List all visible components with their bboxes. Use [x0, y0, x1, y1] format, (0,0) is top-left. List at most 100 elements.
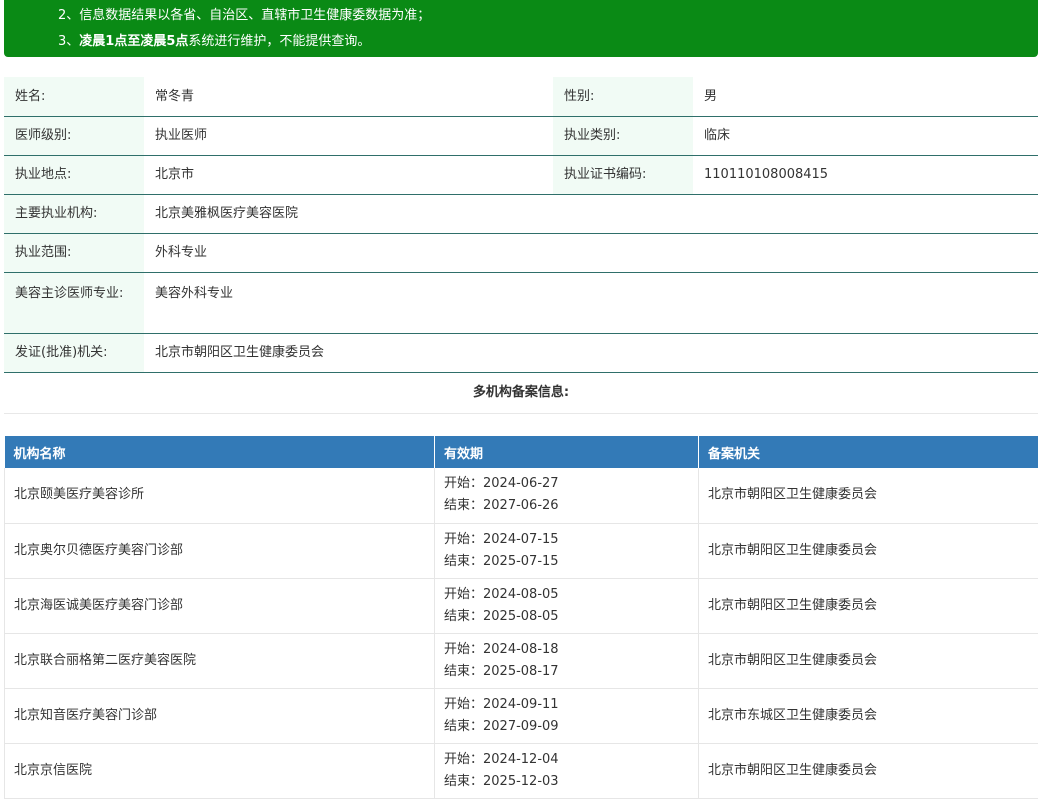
start-prefix: 开始： — [444, 532, 483, 547]
notice-maintenance-time: 凌晨1点至凌晨5点 — [79, 34, 188, 49]
org-name: 北京知音医疗美容门诊部 — [5, 688, 435, 743]
specialty-label: 美容主诊医师专业: — [4, 272, 144, 333]
validity-end: 结束：2027-09-09 — [444, 716, 689, 738]
authority: 北京市朝阳区卫生健康委员会 — [699, 633, 1038, 688]
validity-end: 结束：2025-08-17 — [444, 661, 689, 683]
info-row-issuer: 发证(批准)机关: 北京市朝阳区卫生健康委员会 — [4, 333, 1038, 372]
category-value: 临床 — [693, 116, 1038, 155]
org-name: 北京奥尔贝德医疗美容门诊部 — [5, 523, 435, 578]
org-name: 北京京信医院 — [5, 743, 435, 798]
multi-institution-title: 多机构备案信息: — [4, 372, 1038, 414]
header-authority: 备案机关 — [699, 436, 1038, 468]
validity-start: 开始：2024-07-15 — [444, 529, 689, 551]
info-row-location: 执业地点: 北京市 执业证书编码: 110110108008415 — [4, 155, 1038, 194]
gender-label: 性别: — [553, 77, 693, 116]
validity: 开始：2024-08-05 结束：2025-08-05 — [435, 578, 699, 633]
end-date: 2027-06-26 — [483, 498, 559, 513]
notice-banner: 2、信息数据结果以各省、自治区、直辖市卫生健康委数据为准； 3、凌晨1点至凌晨5… — [4, 0, 1038, 57]
scope-value: 外科专业 — [144, 233, 1038, 272]
start-prefix: 开始： — [444, 476, 483, 491]
start-date: 2024-12-04 — [483, 752, 559, 767]
issuer-value: 北京市朝阳区卫生健康委员会 — [144, 333, 1038, 372]
name-label: 姓名: — [4, 77, 144, 116]
end-date: 2025-08-17 — [483, 664, 559, 679]
start-prefix: 开始： — [444, 642, 483, 657]
start-prefix: 开始： — [444, 752, 483, 767]
name-value: 常冬青 — [144, 77, 553, 116]
info-row-specialty: 美容主诊医师专业: 美容外科专业 — [4, 272, 1038, 333]
end-date: 2025-12-03 — [483, 774, 559, 789]
validity-start: 开始：2024-08-05 — [444, 584, 689, 606]
org-name: 北京颐美医疗美容诊所 — [5, 468, 435, 523]
specialty-value: 美容外科专业 — [144, 272, 1038, 333]
location-label: 执业地点: — [4, 155, 144, 194]
end-prefix: 结束： — [444, 719, 483, 734]
org-name: 北京联合丽格第二医疗美容医院 — [5, 633, 435, 688]
table-row: 北京京信医院 开始：2024-12-04 结束：2025-12-03 北京市朝阳… — [5, 743, 1038, 798]
start-date: 2024-06-27 — [483, 476, 559, 491]
end-prefix: 结束： — [444, 664, 483, 679]
header-org: 机构名称 — [5, 436, 435, 468]
start-date: 2024-08-05 — [483, 587, 559, 602]
header-validity: 有效期 — [435, 436, 699, 468]
institution-value: 北京美雅枫医疗美容医院 — [144, 194, 1038, 233]
validity: 开始：2024-12-04 结束：2025-12-03 — [435, 743, 699, 798]
end-prefix: 结束： — [444, 609, 483, 624]
validity-start: 开始：2024-08-18 — [444, 639, 689, 661]
table-row: 北京联合丽格第二医疗美容医院 开始：2024-08-18 结束：2025-08-… — [5, 633, 1038, 688]
authority: 北京市朝阳区卫生健康委员会 — [699, 523, 1038, 578]
category-label: 执业类别: — [553, 116, 693, 155]
validity-start: 开始：2024-12-04 — [444, 749, 689, 771]
location-value: 北京市 — [144, 155, 553, 194]
start-date: 2024-08-18 — [483, 642, 559, 657]
authority: 北京市东城区卫生健康委员会 — [699, 688, 1038, 743]
info-row-name: 姓名: 常冬青 性别: 男 — [4, 77, 1038, 116]
end-prefix: 结束： — [444, 498, 483, 513]
end-date: 2025-08-05 — [483, 609, 559, 624]
level-label: 医师级别: — [4, 116, 144, 155]
validity-end: 结束：2025-07-15 — [444, 551, 689, 573]
notice-line-3: 3、凌晨1点至凌晨5点系统进行维护，不能提供查询。 — [58, 29, 1038, 55]
validity-end: 结束：2025-12-03 — [444, 771, 689, 793]
institution-label: 主要执业机构: — [4, 194, 144, 233]
table-row: 北京颐美医疗美容诊所 开始：2024-06-27 结束：2027-06-26 北… — [5, 468, 1038, 523]
table-row: 北京海医诚美医疗美容门诊部 开始：2024-08-05 结束：2025-08-0… — [5, 578, 1038, 633]
validity-end: 结束：2025-08-05 — [444, 606, 689, 628]
end-prefix: 结束： — [444, 554, 483, 569]
cert-value: 110110108008415 — [693, 155, 1038, 194]
validity-start: 开始：2024-09-11 — [444, 694, 689, 716]
info-row-scope: 执业范围: 外科专业 — [4, 233, 1038, 272]
authority: 北京市朝阳区卫生健康委员会 — [699, 468, 1038, 523]
validity: 开始：2024-06-27 结束：2027-06-26 — [435, 468, 699, 523]
org-name: 北京海医诚美医疗美容门诊部 — [5, 578, 435, 633]
start-prefix: 开始： — [444, 587, 483, 602]
validity: 开始：2024-09-11 结束：2027-09-09 — [435, 688, 699, 743]
start-date: 2024-09-11 — [483, 697, 559, 712]
info-row-level: 医师级别: 执业医师 执业类别: 临床 — [4, 116, 1038, 155]
notice-line-3-prefix: 3、 — [58, 34, 79, 49]
end-date: 2027-09-09 — [483, 719, 559, 734]
info-row-institution: 主要执业机构: 北京美雅枫医疗美容医院 — [4, 194, 1038, 233]
authority: 北京市朝阳区卫生健康委员会 — [699, 578, 1038, 633]
issuer-label: 发证(批准)机关: — [4, 333, 144, 372]
start-prefix: 开始： — [444, 697, 483, 712]
records-header-row: 机构名称 有效期 备案机关 — [5, 436, 1038, 468]
end-prefix: 结束： — [444, 774, 483, 789]
validity-end: 结束：2027-06-26 — [444, 495, 689, 517]
validity-start: 开始：2024-06-27 — [444, 473, 689, 495]
scope-label: 执业范围: — [4, 233, 144, 272]
cert-label: 执业证书编码: — [553, 155, 693, 194]
doctor-info-table: 姓名: 常冬青 性别: 男 医师级别: 执业医师 执业类别: 临床 执业地点: … — [4, 77, 1038, 373]
table-row: 北京知音医疗美容门诊部 开始：2024-09-11 结束：2027-09-09 … — [5, 688, 1038, 743]
table-row: 北京奥尔贝德医疗美容门诊部 开始：2024-07-15 结束：2025-07-1… — [5, 523, 1038, 578]
level-value: 执业医师 — [144, 116, 553, 155]
start-date: 2024-07-15 — [483, 532, 559, 547]
records-table: 机构名称 有效期 备案机关 北京颐美医疗美容诊所 开始：2024-06-27 结… — [4, 436, 1038, 799]
end-date: 2025-07-15 — [483, 554, 559, 569]
validity: 开始：2024-08-18 结束：2025-08-17 — [435, 633, 699, 688]
notice-line-2: 2、信息数据结果以各省、自治区、直辖市卫生健康委数据为准； — [58, 3, 1038, 29]
validity: 开始：2024-07-15 结束：2025-07-15 — [435, 523, 699, 578]
notice-line-3-text: 系统进行维护，不能提供查询。 — [188, 34, 370, 49]
gender-value: 男 — [693, 77, 1038, 116]
authority: 北京市朝阳区卫生健康委员会 — [699, 743, 1038, 798]
